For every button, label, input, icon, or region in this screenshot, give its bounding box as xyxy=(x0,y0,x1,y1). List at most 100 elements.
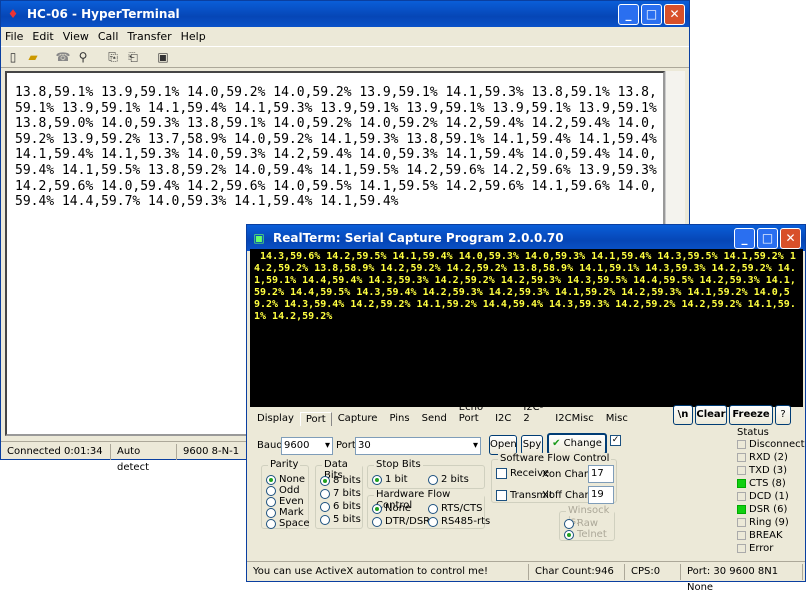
baud-label: Baud xyxy=(257,440,283,451)
parity-title: Parity xyxy=(268,459,301,470)
tab-misc[interactable]: Misc xyxy=(600,411,634,425)
parity-odd[interactable]: Odd xyxy=(266,485,300,496)
menu-transfer[interactable]: Transfer xyxy=(127,30,171,43)
databits-6[interactable]: 6 bits xyxy=(320,501,361,512)
hwflow-rs485[interactable]: RS485-rts xyxy=(428,516,490,527)
menu-call[interactable]: Call xyxy=(98,30,119,43)
status-break: BREAK xyxy=(737,530,783,541)
chevron-down-icon: ▾ xyxy=(472,440,478,451)
winsock-group: Winsock is: Raw Telnet xyxy=(559,505,615,541)
port-settings: 9600 8-N-1 xyxy=(177,443,247,460)
status-disconnect: Disconnect xyxy=(737,439,805,450)
baud-select[interactable]: 9600 ▾ xyxy=(281,437,333,455)
realterm-title: RealTerm: Serial Capture Program 2.0.0.7… xyxy=(273,231,564,245)
menu-edit[interactable]: Edit xyxy=(32,30,53,43)
spy-button[interactable]: Spy xyxy=(521,435,543,455)
parity-even[interactable]: Even xyxy=(266,496,304,507)
rt-maximize-button[interactable]: □ xyxy=(757,228,778,249)
tab-i2cmisc[interactable]: I2CMisc xyxy=(549,411,599,425)
tab-display[interactable]: Display xyxy=(251,411,300,425)
port-status: Port: 30 9600 8N1 None xyxy=(681,563,803,593)
status-txd: TXD (3) xyxy=(737,465,787,476)
checkmark-icon: ✔ xyxy=(552,438,561,449)
hyperterminal-titlebar[interactable]: ♦ HC-06 - HyperTerminal _ □ ✕ xyxy=(1,1,689,27)
chevron-down-icon: ▾ xyxy=(324,440,330,451)
status-dsr: DSR (6) xyxy=(737,504,787,515)
open-button[interactable]: Open xyxy=(489,435,517,455)
hwflow-dtr-dsr[interactable]: DTR/DSR xyxy=(372,516,430,527)
realterm-titlebar[interactable]: ▣ RealTerm: Serial Capture Program 2.0.0… xyxy=(247,225,805,251)
tab-send[interactable]: Send xyxy=(416,411,453,425)
properties-icon[interactable]: ▣ xyxy=(155,49,171,65)
send-file-icon[interactable]: ⎘ xyxy=(105,49,121,65)
xon-label: Xon Char: xyxy=(542,469,592,480)
baud-value: 9600 xyxy=(284,440,310,451)
minimize-button[interactable]: _ xyxy=(618,4,639,25)
databits-5[interactable]: 5 bits xyxy=(320,514,361,525)
realterm-terminal[interactable]: 14.3,59.6% 14.2,59.5% 14.1,59.4% 14.0,59… xyxy=(250,249,803,407)
swflow-group: Software Flow Control Receive Xon Char: … xyxy=(491,453,617,504)
clear-button[interactable]: Clear xyxy=(695,405,727,425)
parity-group: Parity None Odd Even Mark Space xyxy=(261,459,309,529)
status-rxd: RXD (2) xyxy=(737,452,788,463)
newline-button[interactable]: \n xyxy=(673,405,693,425)
toolbar: ▯ ▰ ☎ ⚲ ⎘ ⎗ ▣ xyxy=(1,46,689,68)
maximize-button[interactable]: □ xyxy=(641,4,662,25)
receive-file-icon[interactable]: ⎗ xyxy=(125,49,141,65)
new-document-icon[interactable]: ▯ xyxy=(5,49,21,65)
parity-mark[interactable]: Mark xyxy=(266,507,304,518)
change-button[interactable]: ✔ Change xyxy=(547,433,607,455)
parity-none[interactable]: None xyxy=(266,474,305,485)
open-folder-icon[interactable]: ▰ xyxy=(25,49,41,65)
xon-field[interactable]: 17 xyxy=(588,465,614,483)
status-dcd: DCD (1) xyxy=(737,491,789,502)
winsock-telnet[interactable]: Telnet xyxy=(564,529,607,540)
menu-file[interactable]: File xyxy=(5,30,23,43)
hyperterminal-app-icon: ♦ xyxy=(7,7,19,21)
menu-bar: File Edit View Call Transfer Help xyxy=(1,27,689,46)
rt-minimize-button[interactable]: _ xyxy=(734,228,755,249)
swflow-title: Software Flow Control xyxy=(498,453,612,464)
databits-7[interactable]: 7 bits xyxy=(320,488,361,499)
port-value: 30 xyxy=(358,440,371,451)
port-label: Port xyxy=(336,440,356,451)
help-button[interactable]: ? xyxy=(775,405,791,425)
status-ring: Ring (9) xyxy=(737,517,789,528)
tab-i2c-2[interactable]: I2C-2 xyxy=(517,400,549,425)
xoff-label: Xoff Char: xyxy=(542,490,592,501)
tab-echo-port[interactable]: Echo Port xyxy=(453,400,489,425)
status-group: Status Disconnect RXD (2) TXD (3) CTS (8… xyxy=(731,427,805,554)
connect-phone-icon[interactable]: ☎ xyxy=(55,49,71,65)
realterm-app-icon: ▣ xyxy=(253,231,265,245)
status-cts: CTS (8) xyxy=(737,478,786,489)
change-checkbox[interactable]: ✓ xyxy=(610,435,621,446)
auto-detect: Auto detect xyxy=(111,443,177,473)
tab-capture[interactable]: Capture xyxy=(332,411,384,425)
parity-space[interactable]: Space xyxy=(266,518,309,529)
menu-view[interactable]: View xyxy=(63,30,89,43)
stopbits-1[interactable]: 1 bit xyxy=(372,474,408,485)
databits-8[interactable]: 8 bits xyxy=(320,475,361,486)
right-buttons: \n Clear Freeze ? xyxy=(673,405,791,425)
status-message: You can use ActiveX automation to contro… xyxy=(247,563,529,580)
winsock-raw[interactable]: Raw xyxy=(564,518,598,529)
hwflow-rts-cts[interactable]: RTS/CTS xyxy=(428,503,482,514)
stopbits-2[interactable]: 2 bits xyxy=(428,474,469,485)
databits-group: Data Bits 8 bits 7 bits 6 bits 5 bits xyxy=(315,459,363,529)
status-title: Status xyxy=(735,427,771,438)
hwflow-none[interactable]: None xyxy=(372,503,411,514)
rt-close-button[interactable]: ✕ xyxy=(780,228,801,249)
change-label: Change xyxy=(563,438,602,449)
menu-help[interactable]: Help xyxy=(181,30,206,43)
disconnect-icon[interactable]: ⚲ xyxy=(75,49,91,65)
tab-i2c[interactable]: I2C xyxy=(489,411,517,425)
freeze-button[interactable]: Freeze xyxy=(729,405,773,425)
status-error: Error xyxy=(737,543,773,554)
close-button[interactable]: ✕ xyxy=(664,4,685,25)
xoff-field[interactable]: 19 xyxy=(588,486,614,504)
connection-time: Connected 0:01:34 xyxy=(1,443,111,460)
tab-port[interactable]: Port xyxy=(299,412,332,426)
tab-pins[interactable]: Pins xyxy=(383,411,415,425)
port-select[interactable]: 30 ▾ xyxy=(355,437,481,455)
stopbits-title: Stop Bits xyxy=(374,459,423,470)
